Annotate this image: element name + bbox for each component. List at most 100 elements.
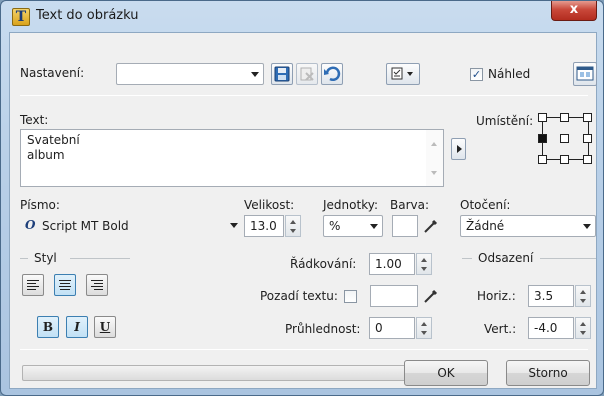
italic-button[interactable]: I xyxy=(66,316,88,338)
opacity-input[interactable]: 0 xyxy=(369,317,415,339)
horiz-input[interactable]: 3.5 xyxy=(528,285,574,307)
placement-bottom-left[interactable] xyxy=(538,155,547,164)
preset-select[interactable] xyxy=(116,63,264,85)
text-app-icon: T xyxy=(12,8,30,26)
placement-bottom-center[interactable] xyxy=(560,155,569,164)
horiz-stepper[interactable] xyxy=(575,285,591,307)
placement-middle-left[interactable] xyxy=(538,134,547,143)
line-spacing-stepper[interactable] xyxy=(416,253,432,275)
size-stepper[interactable] xyxy=(285,215,301,237)
placement-top-left[interactable] xyxy=(538,113,547,122)
spin-down-icon xyxy=(421,267,427,271)
icon-line xyxy=(27,286,39,287)
insert-field-button[interactable] xyxy=(451,138,466,160)
window-title: Text do obrázku xyxy=(36,8,139,23)
placement-bottom-right[interactable] xyxy=(583,155,592,164)
icon-line xyxy=(27,283,36,284)
spin-down-icon xyxy=(580,299,586,303)
preset-label: Nastavení: xyxy=(20,66,85,80)
style-group-label: Styl xyxy=(34,251,57,265)
group-line xyxy=(20,258,28,259)
background-color-swatch[interactable] xyxy=(370,285,418,307)
background-label: Pozadí textu: xyxy=(260,289,338,303)
chevron-right-icon xyxy=(457,145,462,153)
vert-value: -4.0 xyxy=(534,321,558,335)
eyedropper-icon xyxy=(424,219,438,233)
text-label: Text: xyxy=(20,113,49,127)
opacity-stepper[interactable] xyxy=(416,317,432,339)
text-area[interactable]: Svatební album xyxy=(20,129,444,187)
size-input[interactable]: 13.0 xyxy=(244,215,284,237)
group-line xyxy=(540,258,596,259)
align-right-button[interactable] xyxy=(86,274,108,296)
close-button[interactable]: x xyxy=(551,1,597,21)
color-picker-button[interactable] xyxy=(419,215,443,237)
text-scrollbar[interactable] xyxy=(426,130,443,186)
chevron-down-icon xyxy=(230,223,238,228)
dialog-window: T Text do obrázku x Nastavení: ✓ Náhled … xyxy=(0,0,604,396)
delete-preset-button[interactable] xyxy=(296,63,318,85)
placement-top-center[interactable] xyxy=(560,113,569,122)
placement-top-right[interactable] xyxy=(583,113,592,122)
preview-window-button[interactable] xyxy=(573,62,597,86)
eyedropper-icon xyxy=(424,289,438,303)
undo-button[interactable] xyxy=(321,63,343,85)
window-icon xyxy=(576,66,594,81)
line-spacing-label: Řádkování: xyxy=(290,257,357,271)
background-color-picker-button[interactable] xyxy=(419,285,443,307)
rotation-select[interactable]: Žádné xyxy=(460,215,596,237)
options-menu-button[interactable] xyxy=(386,63,420,85)
chevron-down-icon xyxy=(583,224,591,229)
group-line xyxy=(70,258,130,259)
placement-label: Umístění: xyxy=(476,114,534,128)
vert-stepper[interactable] xyxy=(575,317,591,339)
opacity-label: Průhlednost: xyxy=(285,322,361,336)
spin-up-icon xyxy=(580,290,586,294)
icon-line xyxy=(60,283,70,284)
icon-line xyxy=(59,286,71,287)
group-line xyxy=(462,258,472,259)
horiz-label: Horiz.: xyxy=(477,289,516,303)
text-line: album xyxy=(27,148,65,162)
line-spacing-input[interactable]: 1.00 xyxy=(369,253,415,275)
placement-middle-right[interactable] xyxy=(583,134,592,143)
background-checkbox[interactable] xyxy=(344,290,357,303)
placement-middle-center[interactable] xyxy=(560,134,569,143)
save-preset-button[interactable] xyxy=(271,63,293,85)
title-bar[interactable]: T Text do obrázku x xyxy=(1,1,603,31)
spin-down-icon xyxy=(421,331,427,335)
spin-up-icon xyxy=(290,220,296,224)
spin-up-icon xyxy=(421,258,427,262)
scroll-down-icon xyxy=(431,171,437,175)
spin-up-icon xyxy=(421,322,427,326)
icon-line xyxy=(60,289,70,290)
save-icon xyxy=(274,66,290,82)
align-center-icon xyxy=(59,280,71,281)
spin-up-icon xyxy=(580,322,586,326)
vert-input[interactable]: -4.0 xyxy=(528,317,574,339)
bold-button[interactable]: B xyxy=(37,316,59,338)
icon-line xyxy=(27,289,36,290)
ok-button[interactable]: OK xyxy=(404,360,488,386)
separator xyxy=(20,349,588,350)
icon-line xyxy=(94,289,103,290)
units-label: Jednotky: xyxy=(323,198,378,212)
separator xyxy=(20,95,588,96)
underline-button[interactable]: U xyxy=(94,316,116,338)
icon-line xyxy=(94,283,103,284)
chevron-down-icon xyxy=(370,224,378,229)
preview-checkbox[interactable]: ✓ xyxy=(470,68,483,81)
align-center-button[interactable] xyxy=(54,274,76,296)
placement-grid[interactable] xyxy=(538,113,592,165)
size-value: 13.0 xyxy=(250,219,277,233)
spin-down-icon xyxy=(580,331,586,335)
spin-down-icon xyxy=(290,229,296,233)
align-left-button[interactable] xyxy=(22,274,44,296)
offset-group-label: Odsazení xyxy=(478,251,534,265)
color-swatch[interactable] xyxy=(392,215,418,237)
units-select[interactable]: % xyxy=(323,215,383,237)
cancel-button[interactable]: Storno xyxy=(506,360,590,386)
undo-icon xyxy=(324,66,341,81)
color-label: Barva: xyxy=(390,198,430,212)
font-select[interactable]: O Script MT Bold xyxy=(20,215,242,237)
